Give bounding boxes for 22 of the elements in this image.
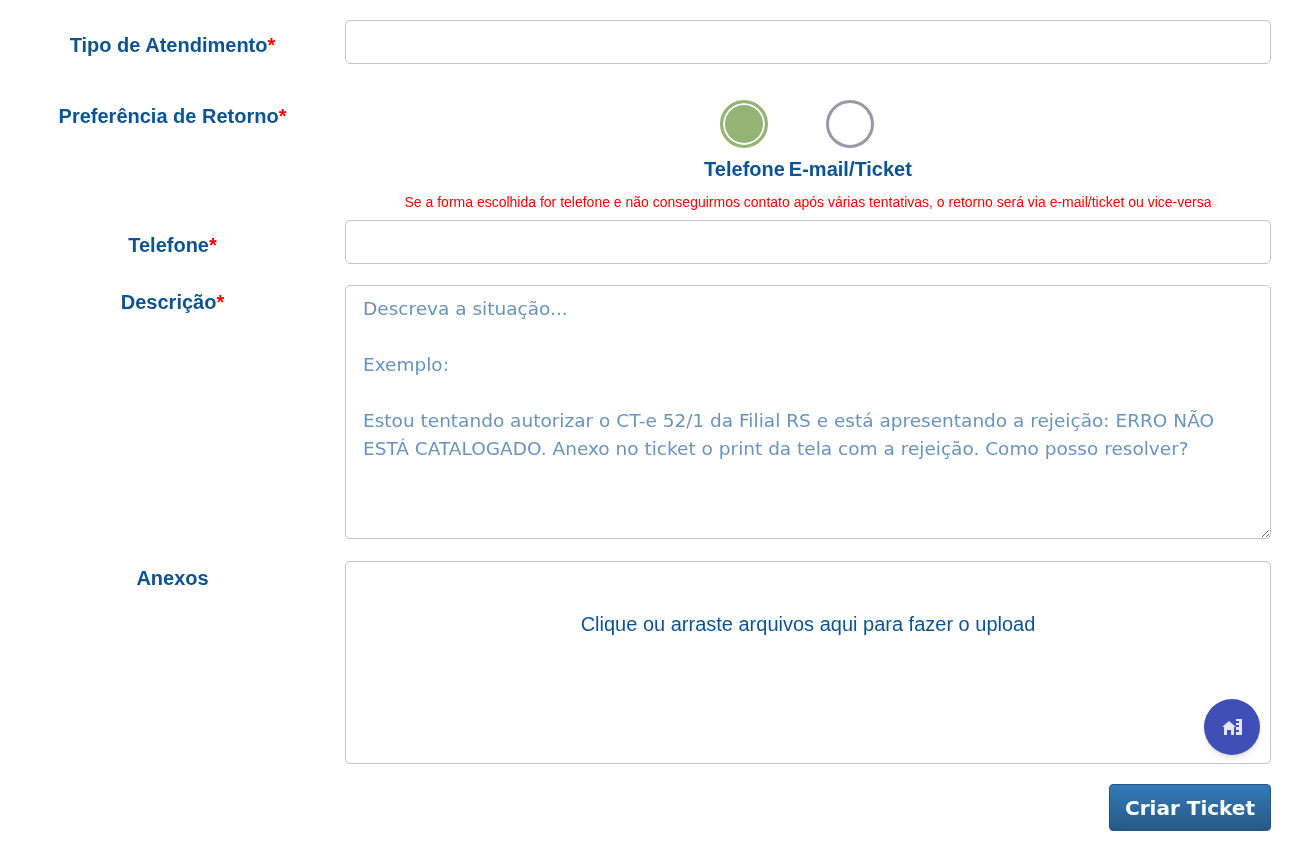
required-mark: * — [216, 290, 225, 315]
upload-dropzone[interactable]: Clique ou arraste arquivos aqui para fazer o upload — [345, 561, 1271, 764]
field-label: Preferência de Retorno — [58, 104, 279, 129]
radio-label: Telefone — [704, 157, 785, 182]
field-label: Descrição — [120, 290, 217, 315]
radio-label: E-mail/Ticket — [788, 157, 912, 182]
radio-button[interactable] — [720, 100, 769, 148]
description-field[interactable]: Descreva a situação... Exemplo: Estou tentando autorizar o CT-e 52/1 da Filial RS e está apresentando a rejeição: ERRO NÃO ESTÁ CATALOGADO. Anexo no ticket o print da tela com a rejeição. Como posso resolver? — [345, 285, 1271, 539]
warning-note: Se a forma escolhida for telefone e não conseguirmos contato após várias tentativas, o retorno será via e-mail/ticket ou vice-versa — [404, 193, 1212, 212]
field-label: Telefone — [128, 233, 209, 258]
radio-button[interactable] — [826, 100, 875, 148]
building-icon — [1221, 718, 1243, 736]
required-mark: * — [278, 104, 287, 129]
field-label: Tipo de Atendimento — [69, 33, 268, 58]
floating-action-button[interactable] — [1204, 699, 1260, 755]
required-mark: * — [267, 33, 276, 58]
text-field[interactable] — [345, 220, 1271, 264]
required-mark: * — [209, 233, 217, 258]
field-label: Anexos — [136, 566, 209, 591]
create-ticket-button[interactable]: Criar Ticket — [1109, 784, 1271, 831]
upload-prompt: Clique ou arraste arquivos aqui para fazer o upload — [580, 612, 1036, 637]
text-field[interactable] — [345, 20, 1271, 64]
